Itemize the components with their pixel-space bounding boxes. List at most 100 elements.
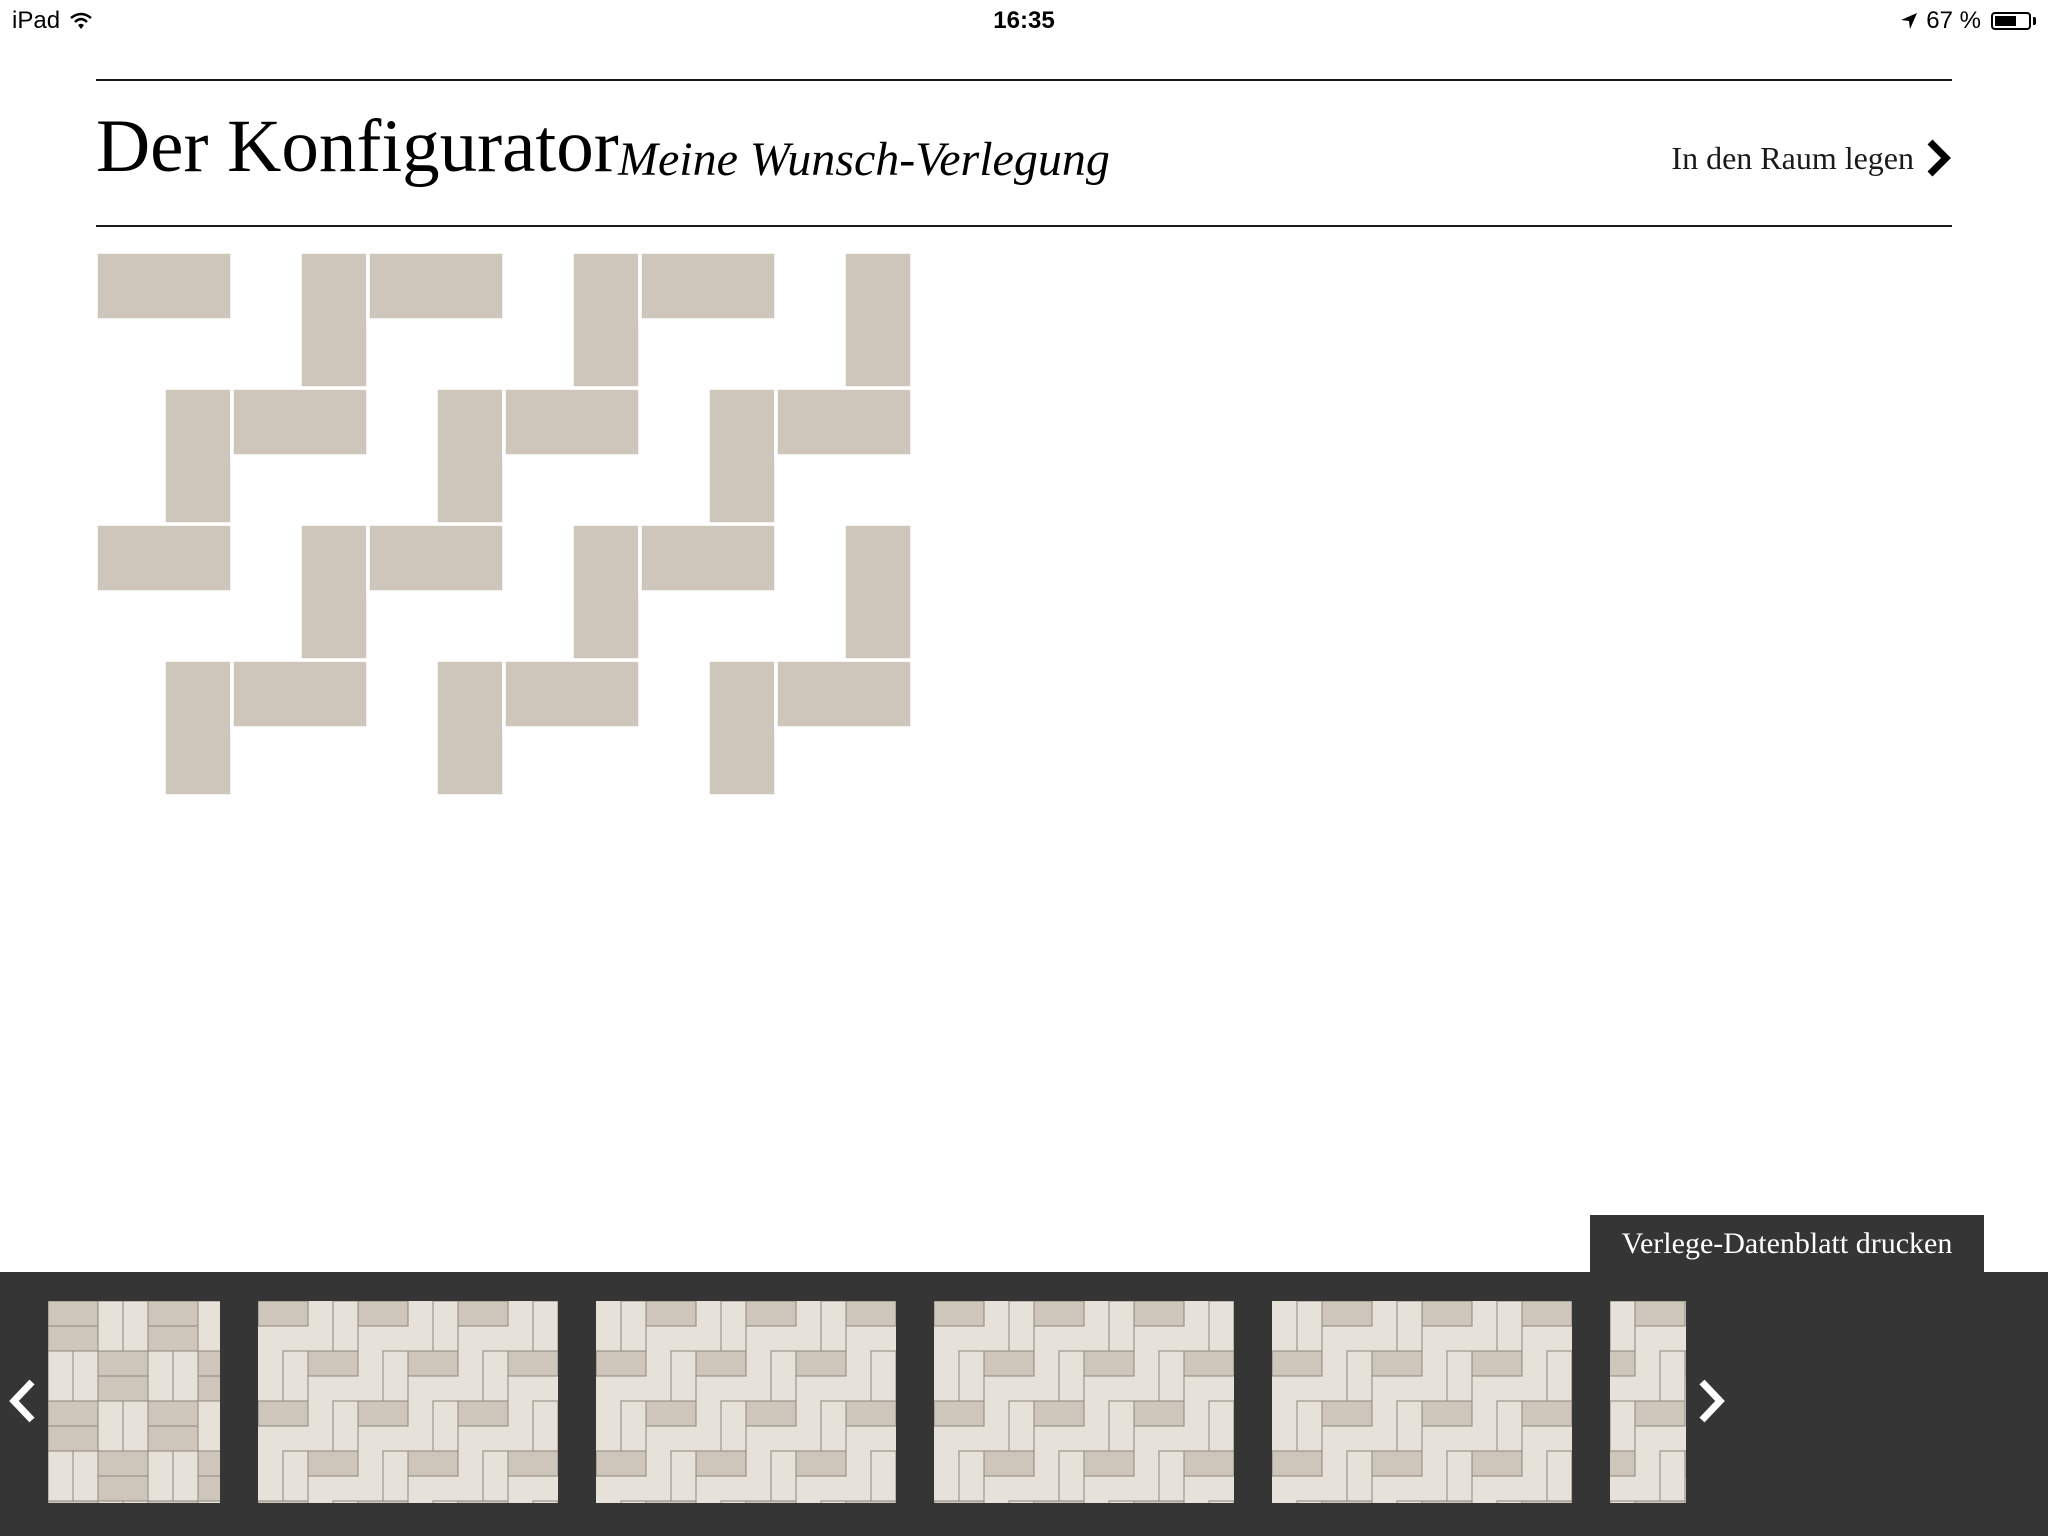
- tile: [983, 1450, 1035, 1477]
- tile: [645, 1400, 697, 1427]
- tile: [1108, 1400, 1135, 1452]
- pattern-thumbnail[interactable]: [596, 1301, 896, 1503]
- tile: [570, 522, 642, 662]
- pattern-thumbnail[interactable]: [934, 1301, 1234, 1503]
- tile: [230, 658, 370, 730]
- chevron-right-icon: [1699, 1379, 1725, 1423]
- pattern-thumbnail[interactable]: [258, 1301, 558, 1503]
- tile: [197, 1475, 220, 1502]
- battery-icon: [1991, 12, 2031, 30]
- tile: [307, 1450, 359, 1477]
- tile: [1659, 1350, 1686, 1402]
- tile: [230, 386, 370, 458]
- tile: [820, 1400, 847, 1452]
- tile: [720, 1500, 747, 1503]
- tile: [122, 1500, 149, 1503]
- tile: [1371, 1350, 1423, 1377]
- tile: [332, 1400, 359, 1452]
- pattern-thumbnail-partial[interactable]: [1610, 1301, 1686, 1503]
- tile: [502, 386, 642, 458]
- tile: [407, 1450, 459, 1477]
- tile: [298, 250, 370, 390]
- tile: [1521, 1400, 1572, 1427]
- tile: [197, 1400, 220, 1452]
- tile: [382, 1450, 409, 1502]
- tile: [1496, 1500, 1523, 1503]
- location-arrow-icon: [1901, 13, 1918, 29]
- tile: [620, 1301, 647, 1352]
- battery-tip: [2033, 17, 2036, 25]
- tile: [670, 1450, 697, 1502]
- tile: [147, 1350, 174, 1402]
- herringbone-pattern-icon: [1272, 1301, 1572, 1503]
- tile: [1421, 1301, 1473, 1327]
- tile: [97, 1450, 149, 1477]
- tile: [1634, 1301, 1686, 1327]
- tile: [1183, 1450, 1234, 1477]
- tile: [197, 1500, 220, 1503]
- tile: [1058, 1350, 1085, 1402]
- tile: [162, 386, 234, 526]
- tile: [1371, 1450, 1423, 1477]
- tile: [842, 250, 914, 390]
- tile: [1272, 1350, 1323, 1377]
- tile: [1546, 1350, 1572, 1402]
- tile: [795, 1350, 847, 1377]
- tile: [147, 1425, 199, 1452]
- tile: [434, 658, 506, 798]
- tile: [407, 1350, 459, 1377]
- tile: [774, 658, 914, 730]
- tile: [172, 1450, 199, 1502]
- place-in-room-label: In den Raum legen: [1671, 139, 1914, 176]
- tile: [332, 1500, 359, 1503]
- tile: [1446, 1450, 1473, 1502]
- carousel-prev-button[interactable]: [6, 1376, 40, 1431]
- herringbone-pattern-icon: [934, 1301, 1234, 1503]
- tile: [596, 1450, 647, 1477]
- page-subtitle: Meine Wunsch-Verlegung: [618, 133, 1110, 186]
- tile: [366, 250, 506, 322]
- tile: [147, 1450, 174, 1502]
- tile: [97, 1375, 149, 1402]
- tile: [197, 1301, 220, 1352]
- tile: [1208, 1500, 1234, 1503]
- tile: [197, 1375, 220, 1402]
- tile: [482, 1350, 509, 1402]
- header-bottom-rule: [96, 225, 1952, 227]
- tile: [1684, 1450, 1686, 1477]
- tile: [97, 1400, 124, 1452]
- tile: [366, 522, 506, 594]
- battery-fill: [1995, 16, 2017, 26]
- tile: [1396, 1301, 1423, 1352]
- tile: [570, 250, 642, 390]
- tile: [1634, 1400, 1686, 1427]
- tile: [532, 1500, 558, 1503]
- tile: [432, 1301, 459, 1352]
- tile: [795, 1450, 847, 1477]
- print-datasheet-button[interactable]: Verlege-Datenblatt drucken: [1590, 1215, 1984, 1272]
- tile: [172, 1350, 199, 1402]
- tile: [1659, 1450, 1686, 1502]
- tile: [1058, 1450, 1085, 1502]
- tile: [1610, 1350, 1636, 1377]
- tile: [1133, 1301, 1185, 1327]
- tile: [282, 1350, 309, 1402]
- tile: [1610, 1450, 1636, 1477]
- tile: [147, 1500, 199, 1503]
- tile: [934, 1400, 985, 1427]
- carousel-next-button[interactable]: [1694, 1376, 1728, 1431]
- tile: [357, 1301, 409, 1327]
- status-time: 16:35: [993, 7, 1055, 34]
- tile: [1471, 1350, 1523, 1377]
- tile: [502, 658, 642, 730]
- basketweave-pattern-icon: [48, 1301, 220, 1503]
- status-bar: iPad 16:35 67 %: [0, 0, 2048, 42]
- place-in-room-button[interactable]: In den Raum legen: [1671, 138, 1952, 178]
- tile: [1083, 1450, 1135, 1477]
- tile: [1272, 1450, 1323, 1477]
- tile: [1496, 1301, 1523, 1352]
- tile: [507, 1450, 558, 1477]
- tile: [298, 522, 370, 662]
- pattern-thumbnail[interactable]: [48, 1301, 220, 1503]
- pattern-thumbnail[interactable]: [1272, 1301, 1572, 1503]
